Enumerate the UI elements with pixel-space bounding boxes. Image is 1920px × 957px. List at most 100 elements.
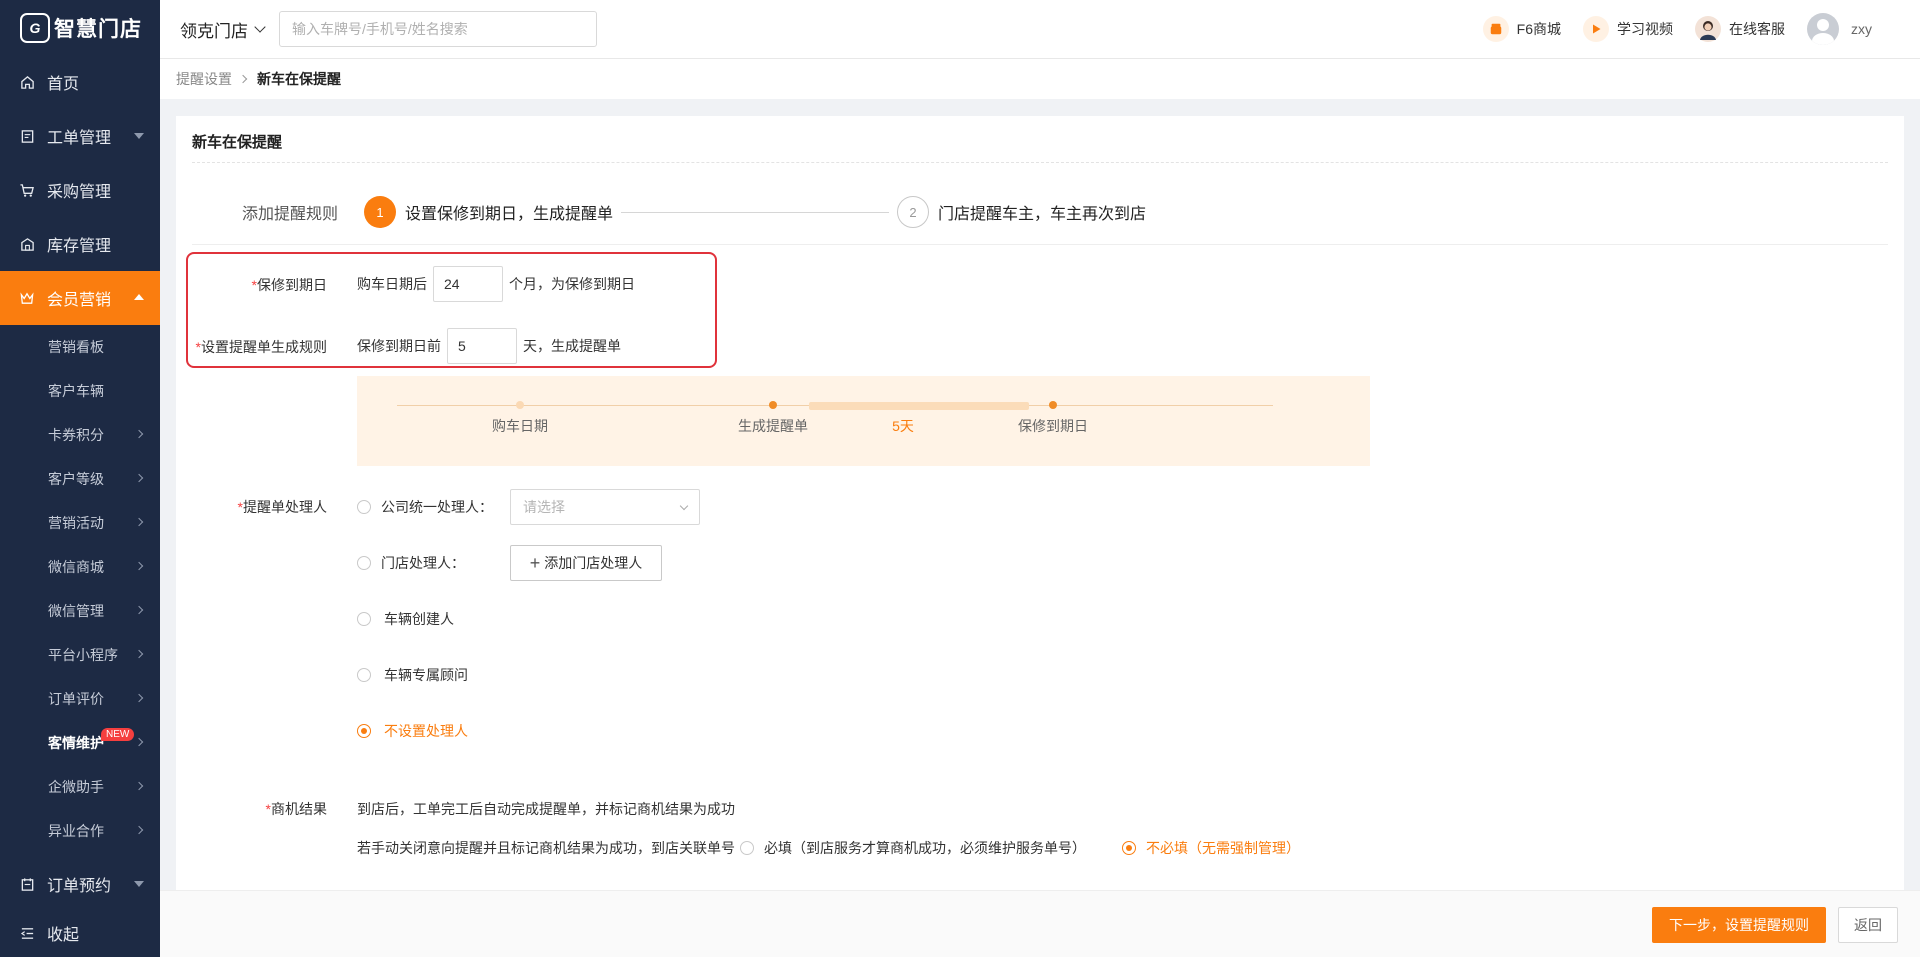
top-right-links: F6商城 学习视频 在线客服 zxy: [1482, 0, 1920, 58]
nav-label: 库存管理: [47, 238, 112, 255]
page-title: 新车在保提醒: [192, 134, 283, 151]
rule-suffix: 天，生成提醒单: [523, 338, 621, 354]
timeline-days-label: 5天: [892, 418, 914, 434]
rule-label-text: 设置提醒单生成规则: [201, 339, 327, 355]
sub-item-customer-care[interactable]: 客情维护 NEW: [0, 721, 160, 765]
sub-item-cross-industry[interactable]: 异业合作: [0, 809, 160, 853]
plus-icon: +: [529, 553, 541, 573]
sub-item-customer-level[interactable]: 客户等级: [0, 457, 160, 501]
sub-item-wecom-assistant[interactable]: 企微助手: [0, 765, 160, 809]
handler-label: *提醒单处理人: [177, 497, 327, 517]
rule-prefix: 保修到期日前: [357, 338, 441, 354]
handler-label-text: 提醒单处理人: [243, 499, 327, 515]
document-icon: [19, 128, 35, 144]
breadcrumb-current: 新车在保提醒: [257, 71, 341, 87]
radio-button-selected[interactable]: [1122, 841, 1136, 855]
timeline-mid-label: 生成提醒单: [738, 418, 808, 434]
top-bar: 领克门店 F6商城 学习视频 在线客服 zxy: [160, 0, 1920, 59]
online-service-link[interactable]: 在线客服: [1695, 16, 1785, 42]
handler-option-store[interactable]: 门店处理人：: [357, 553, 465, 573]
store-selector[interactable]: 领克门店: [180, 17, 266, 42]
logo-text: 智慧门店: [54, 17, 142, 41]
sub-label: 卡券积分: [48, 427, 104, 443]
new-badge: NEW: [101, 728, 135, 741]
sub-item-wechat-management[interactable]: 微信管理: [0, 589, 160, 633]
radio-button[interactable]: [357, 556, 371, 570]
back-button[interactable]: 返回: [1838, 907, 1898, 943]
nav-item-member-marketing[interactable]: 会员营销: [0, 271, 160, 325]
add-store-handler-button[interactable]: + 添加门店处理人: [510, 545, 662, 581]
option-optional-label[interactable]: 不必填（无需强制管理）: [1146, 838, 1300, 858]
sub-label: 订单评价: [48, 691, 104, 707]
sub-label: 平台小程序: [48, 647, 118, 663]
crown-icon: [19, 290, 35, 306]
radio-button-selected[interactable]: [357, 724, 371, 738]
sub-item-marketing-board[interactable]: 营销看板: [0, 325, 160, 369]
steps-divider: [192, 244, 1888, 245]
breadcrumb-parent[interactable]: 提醒设置: [176, 69, 232, 89]
sub-label: 微信商城: [48, 559, 104, 575]
f6-mall-link[interactable]: F6商城: [1482, 16, 1561, 42]
link-label: F6商城: [1516, 21, 1561, 37]
next-step-button[interactable]: 下一步，设置提醒规则: [1652, 907, 1826, 943]
search-input[interactable]: [279, 11, 597, 47]
step-2-text: 门店提醒车主，车主再次到店: [938, 206, 1147, 223]
nav-item-collapse[interactable]: 收起: [0, 911, 160, 955]
opportunity-desc: 到店后，工单完工后自动完成提醒单，并标记商机结果为成功: [357, 799, 735, 819]
radio-button[interactable]: [357, 500, 371, 514]
nav-item-home[interactable]: 首页: [0, 55, 160, 109]
store-name: 领克门店: [180, 21, 248, 41]
sub-label: 客户等级: [48, 471, 104, 487]
select-placeholder: 请选择: [523, 499, 565, 515]
sub-label: 客户车辆: [48, 383, 104, 399]
timeline-dot-start: [516, 401, 524, 409]
footer-bar: 下一步，设置提醒规则 返回: [160, 890, 1920, 957]
sub-item-marketing-activity[interactable]: 营销活动: [0, 501, 160, 545]
radio-button[interactable]: [740, 841, 754, 855]
warranty-row: 购车日期后 个月，为保修到期日: [357, 266, 635, 302]
sub-item-customer-vehicles[interactable]: 客户车辆: [0, 369, 160, 413]
handler-option-company[interactable]: 公司统一处理人：: [357, 497, 493, 517]
warranty-months-input[interactable]: [433, 266, 503, 302]
nav-label: 收起: [47, 927, 80, 944]
timeline-start-label: 购车日期: [492, 418, 548, 434]
sub-item-mini-program[interactable]: 平台小程序: [0, 633, 160, 677]
sub-label: 微信管理: [48, 603, 104, 619]
option-required-label[interactable]: 必填（到店服务才算商机成功，必须维护服务单号）: [764, 838, 1086, 858]
cart-icon: [19, 182, 35, 198]
nav-item-inventory[interactable]: 库存管理: [0, 217, 160, 271]
nav-label: 采购管理: [47, 184, 112, 201]
logo[interactable]: G 智慧门店: [0, 0, 160, 55]
sub-item-order-review[interactable]: 订单评价: [0, 677, 160, 721]
rule-days-input[interactable]: [447, 328, 517, 364]
option-label: 公司统一处理人：: [381, 499, 493, 515]
step-1-text: 设置保修到期日，生成提醒单: [405, 206, 614, 223]
steps-bar: 添加提醒规则 1 设置保修到期日，生成提醒单 2 门店提醒车主，车主再次到店: [242, 196, 1146, 228]
shop-icon: [1482, 16, 1509, 42]
sub-item-coupons-points[interactable]: 卡券积分: [0, 413, 160, 457]
sub-label: 客情维护: [48, 735, 104, 751]
user-avatar[interactable]: [1807, 13, 1839, 45]
user-name[interactable]: zxy: [1851, 21, 1872, 37]
radio-button[interactable]: [357, 668, 371, 682]
step-1-number: 1: [364, 196, 397, 228]
sub-item-wechat-mall[interactable]: 微信商城: [0, 545, 160, 589]
company-handler-select[interactable]: 请选择: [510, 489, 700, 525]
warranty-label: *保修到期日: [177, 275, 327, 295]
nav-item-order-booking[interactable]: 订单预约: [0, 857, 160, 911]
chevron-right-icon: [134, 429, 144, 439]
radio-button[interactable]: [357, 612, 371, 626]
breadcrumb: 提醒设置 新车在保提醒: [160, 59, 1920, 99]
handler-option-none[interactable]: 不设置处理人: [357, 721, 468, 741]
nav-item-work-orders[interactable]: 工单管理: [0, 109, 160, 163]
study-video-link[interactable]: 学习视频: [1583, 16, 1673, 42]
handler-option-creator[interactable]: 车辆创建人: [357, 609, 454, 629]
handler-option-advisor[interactable]: 车辆专属顾问: [357, 665, 468, 685]
button-label: 添加门店处理人: [544, 555, 643, 571]
nav-item-purchase[interactable]: 采购管理: [0, 163, 160, 217]
warranty-suffix: 个月，为保修到期日: [509, 276, 635, 292]
link-label: 在线客服: [1729, 21, 1785, 37]
rule-label: *设置提醒单生成规则: [177, 337, 327, 357]
manual-text: 若手动关闭意向提醒并且标记商机结果为成功，到店关联单号: [357, 840, 735, 856]
sidebar: G 智慧门店 首页 工单管理 采购管理 库存管理 会员营销 营销看板 客户车辆: [0, 0, 160, 957]
